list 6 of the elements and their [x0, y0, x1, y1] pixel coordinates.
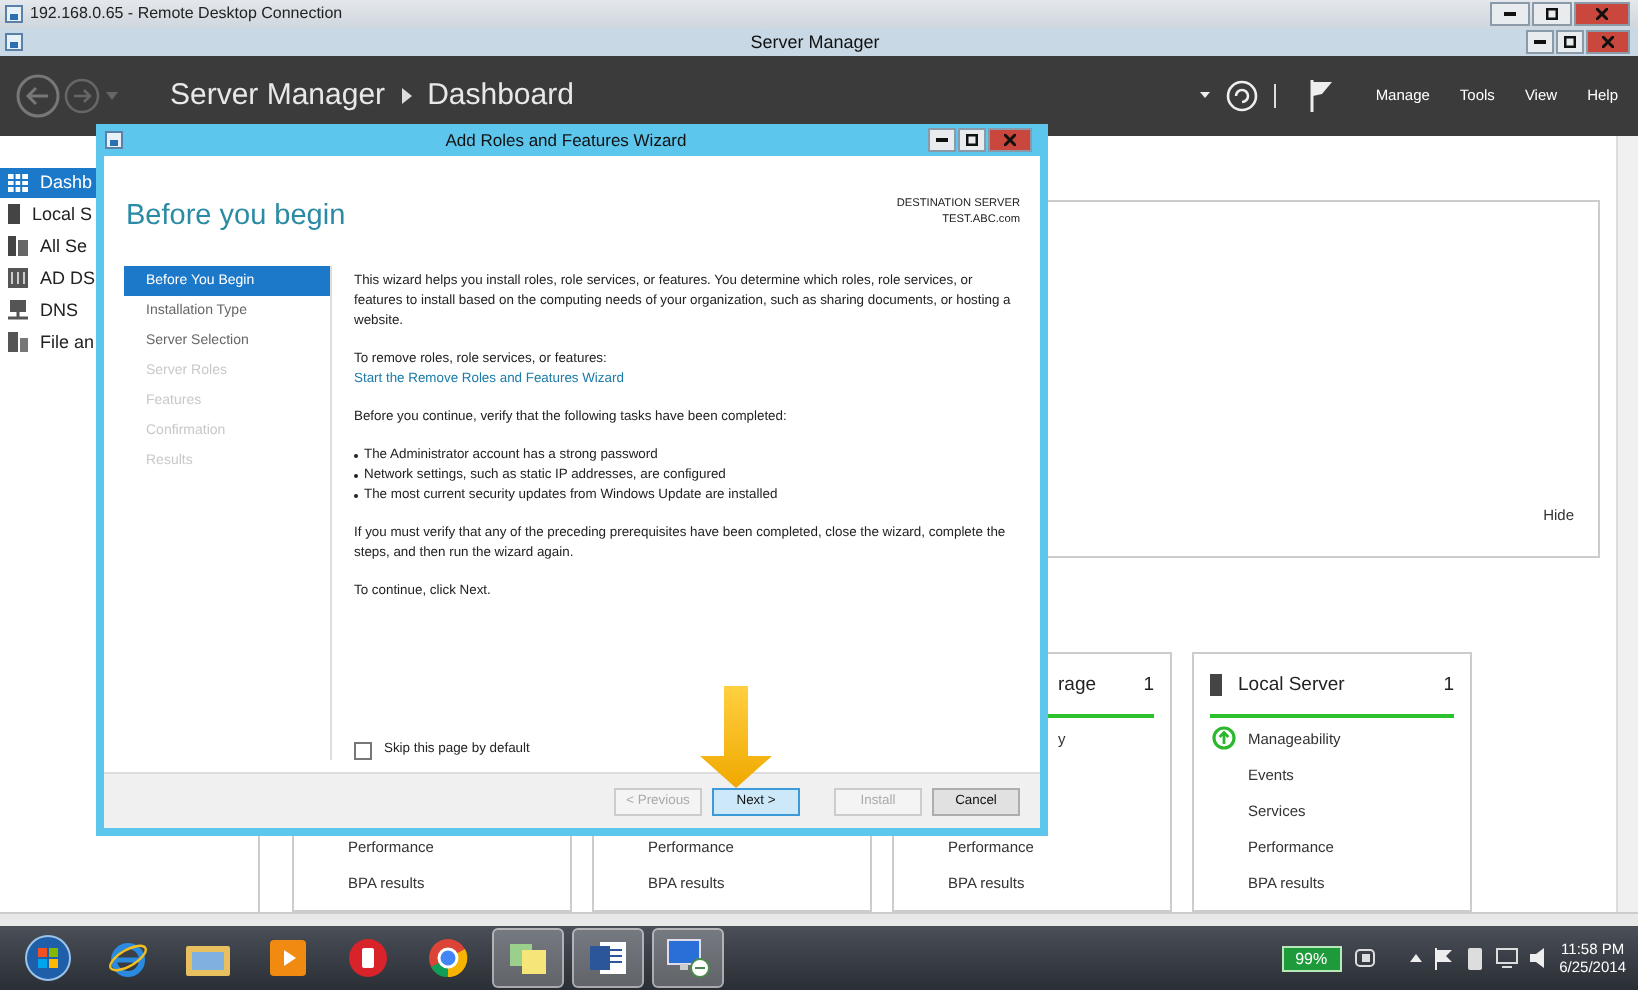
- window-title: Add Roles and Features Wizard: [443, 130, 689, 150]
- tile-count: 1: [1443, 673, 1454, 696]
- window-title: Server Manager: [748, 31, 882, 52]
- page-heading: Before you begin: [126, 200, 346, 236]
- tile-count: 1: [1143, 673, 1154, 696]
- window-title: 192.168.0.65 - Remote Desktop Connection: [30, 4, 343, 23]
